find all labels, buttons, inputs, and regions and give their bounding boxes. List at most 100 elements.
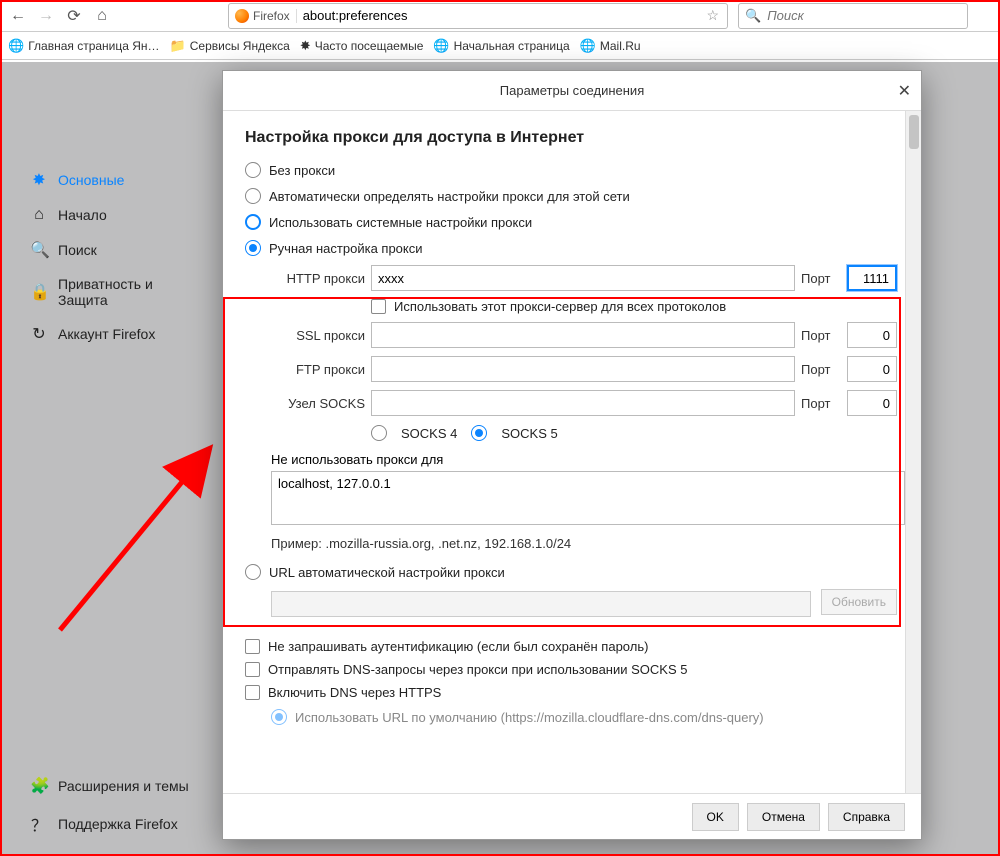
- close-button[interactable]: ✕: [898, 81, 911, 101]
- http-port-input[interactable]: [847, 265, 897, 291]
- ok-button[interactable]: OK: [692, 803, 739, 831]
- checkbox-icon[interactable]: [371, 299, 386, 314]
- no-proxy-textarea[interactable]: [271, 471, 905, 525]
- search-icon: 🔍: [30, 240, 48, 260]
- puzzle-icon: 🧩: [30, 776, 48, 796]
- home-icon: ⌂: [30, 206, 48, 224]
- bookmark-item[interactable]: 🌐Mail.Ru: [580, 38, 641, 54]
- ssl-proxy-row: SSL прокси Порт: [271, 318, 897, 352]
- radio-socks5[interactable]: [471, 425, 487, 441]
- section-heading: Настройка прокси для доступа в Интернет: [245, 129, 897, 147]
- sidebar-item-extensions[interactable]: 🧩Расширения и темы: [26, 768, 206, 804]
- radio-manual-proxy[interactable]: Ручная настройка прокси: [245, 235, 897, 261]
- folder-icon: 📁: [170, 38, 186, 54]
- socks-proxy-input[interactable]: [371, 390, 795, 416]
- connection-settings-dialog: Параметры соединения ✕ ▲ Настройка прокс…: [222, 70, 922, 840]
- dialog-body: ▲ Настройка прокси для доступа в Интерне…: [223, 111, 921, 793]
- identity-label: Firefox: [253, 9, 290, 23]
- ftp-port-input[interactable]: [847, 356, 897, 382]
- socks-version-row: SOCKS 4 SOCKS 5: [371, 420, 897, 446]
- search-icon: 🔍: [739, 8, 767, 24]
- sidebar-item-home[interactable]: ⌂Начало: [26, 198, 206, 232]
- port-label: Порт: [801, 271, 841, 286]
- lock-icon: 🔒: [30, 282, 48, 302]
- forward-button[interactable]: →: [34, 4, 58, 28]
- browser-toolbar: ← → ⟳ ⌂ Firefox ☆ 🔍: [0, 0, 1000, 32]
- bookmark-item[interactable]: ✸Часто посещаемые: [300, 38, 424, 54]
- radio-icon: [271, 709, 287, 725]
- port-label: Порт: [801, 362, 841, 377]
- sidebar-item-privacy[interactable]: 🔒Приватность и Защита: [26, 268, 206, 316]
- port-label: Порт: [801, 328, 841, 343]
- radio-socks4[interactable]: [371, 425, 387, 441]
- firefox-icon: [235, 9, 249, 23]
- identity-box[interactable]: Firefox: [229, 9, 297, 23]
- preferences-sidebar: ✸Основные ⌂Начало 🔍Поиск 🔒Приватность и …: [26, 162, 206, 352]
- bookmark-item[interactable]: 🌐Главная страница Ян…: [8, 38, 160, 54]
- cancel-button[interactable]: Отмена: [747, 803, 820, 831]
- sidebar-bottom: 🧩Расширения и темы ？Поддержка Firefox: [26, 768, 206, 844]
- sidebar-item-search[interactable]: 🔍Поиск: [26, 232, 206, 268]
- bookmark-item[interactable]: 📁Сервисы Яндекса: [170, 38, 290, 54]
- socks-proxy-row: Узел SOCKS Порт: [271, 386, 897, 420]
- dialog-title: Параметры соединения: [500, 83, 644, 98]
- radio-icon[interactable]: [245, 214, 261, 230]
- auto-config-url-input: [271, 591, 811, 617]
- port-label: Порт: [801, 396, 841, 411]
- home-button[interactable]: ⌂: [90, 4, 114, 28]
- radio-icon[interactable]: [245, 564, 261, 580]
- radio-icon[interactable]: [245, 162, 261, 178]
- http-proxy-input[interactable]: [371, 265, 795, 291]
- search-bar[interactable]: 🔍: [738, 3, 968, 29]
- gear-icon: ✸: [30, 170, 48, 190]
- ssl-proxy-label: SSL прокси: [271, 328, 365, 343]
- reload-button[interactable]: ⟳: [62, 4, 86, 28]
- checkbox-no-auth[interactable]: Не запрашивать аутентификацию (если был …: [245, 635, 897, 658]
- help-button[interactable]: Справка: [828, 803, 905, 831]
- proxy-settings-grid: HTTP прокси Порт Использовать этот прокс…: [271, 261, 897, 559]
- checkbox-dns-https[interactable]: Включить DNS через HTTPS: [245, 681, 897, 704]
- bookmark-star-icon[interactable]: ☆: [698, 7, 727, 24]
- sidebar-item-support[interactable]: ？Поддержка Firefox: [26, 804, 206, 844]
- no-proxy-label: Не использовать прокси для: [271, 452, 897, 467]
- radio-system-proxy[interactable]: Использовать системные настройки прокси: [245, 209, 897, 235]
- bookmark-item[interactable]: 🌐Начальная страница: [433, 38, 569, 54]
- checkbox-icon[interactable]: [245, 685, 260, 700]
- no-proxy-example: Пример: .mozilla-russia.org, .net.nz, 19…: [271, 530, 897, 559]
- radio-default-doh-url[interactable]: Использовать URL по умолчанию (https://m…: [271, 704, 897, 730]
- checkbox-icon[interactable]: [245, 662, 260, 677]
- socks-proxy-label: Узел SOCKS: [271, 396, 365, 411]
- globe-icon: 🌐: [433, 38, 449, 54]
- radio-icon[interactable]: [245, 188, 261, 204]
- ftp-proxy-input[interactable]: [371, 356, 795, 382]
- ftp-proxy-row: FTP прокси Порт: [271, 352, 897, 386]
- socks-port-input[interactable]: [847, 390, 897, 416]
- scrollbar[interactable]: ▲: [905, 111, 921, 793]
- bookmarks-bar: 🌐Главная страница Ян… 📁Сервисы Яндекса ✸…: [0, 32, 1000, 60]
- url-bar[interactable]: Firefox ☆: [228, 3, 728, 29]
- gear-icon: ✸: [300, 38, 311, 54]
- http-proxy-row: HTTP прокси Порт: [271, 261, 897, 295]
- sync-icon: ↻: [30, 324, 48, 344]
- ssl-proxy-input[interactable]: [371, 322, 795, 348]
- ftp-proxy-label: FTP прокси: [271, 362, 365, 377]
- radio-no-proxy[interactable]: Без прокси: [245, 157, 897, 183]
- help-icon: ？: [30, 812, 48, 836]
- checkbox-dns-socks5[interactable]: Отправлять DNS-запросы через прокси при …: [245, 658, 897, 681]
- radio-auto-detect[interactable]: Автоматически определять настройки прокс…: [245, 183, 897, 209]
- sidebar-item-account[interactable]: ↻Аккаунт Firefox: [26, 316, 206, 352]
- radio-auto-config-url[interactable]: URL автоматической настройки прокси: [245, 559, 897, 585]
- url-input[interactable]: [297, 8, 699, 23]
- radio-icon[interactable]: [245, 240, 261, 256]
- dialog-title-bar: Параметры соединения ✕: [223, 71, 921, 111]
- back-button[interactable]: ←: [6, 4, 30, 28]
- sidebar-item-general[interactable]: ✸Основные: [26, 162, 206, 198]
- ssl-port-input[interactable]: [847, 322, 897, 348]
- search-input[interactable]: [767, 8, 967, 23]
- dialog-footer: OK Отмена Справка: [223, 793, 921, 839]
- http-proxy-label: HTTP прокси: [271, 271, 365, 286]
- checkbox-icon[interactable]: [245, 639, 260, 654]
- use-for-all-checkbox-row[interactable]: Использовать этот прокси-сервер для всех…: [371, 295, 897, 318]
- refresh-button: Обновить: [821, 589, 897, 615]
- globe-icon: 🌐: [8, 38, 24, 54]
